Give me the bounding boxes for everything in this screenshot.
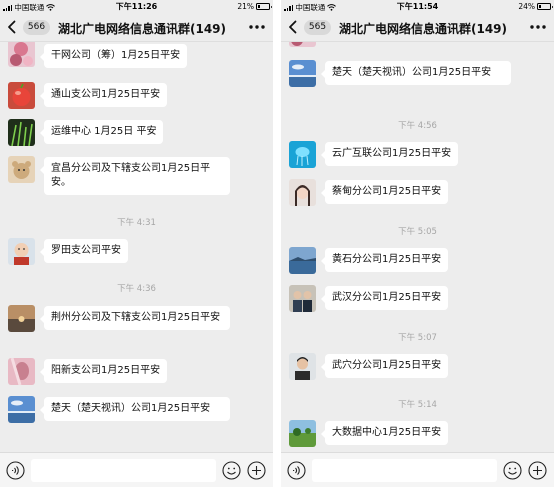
avatar-man-portrait[interactable] <box>289 353 316 380</box>
message-bubble[interactable]: 通山支公司1月25日平安 <box>39 83 168 107</box>
status-time: 下午11:54 <box>396 2 439 11</box>
chat-header: 565 湖北广电网络信息通讯群(149) <box>281 13 554 42</box>
more-options-icon[interactable] <box>247 20 267 34</box>
unread-count-badge: 565 <box>304 19 331 35</box>
message-bubble[interactable]: 干网公司（筹）1月25日平安 <box>39 44 188 68</box>
voice-input-icon[interactable] <box>6 461 25 480</box>
timestamp: 下午 5:05 <box>398 227 437 237</box>
message-bubble[interactable]: 黄石分公司1月25日平安 <box>320 248 449 272</box>
message-bubble[interactable]: 运维中心 1月25日 平安 <box>39 120 164 144</box>
unread-count-badge: 566 <box>23 19 50 35</box>
chat-screen-left: 中国联通 下午11:26 21% 566 湖北广电网络信息通讯群(149) 干网… <box>0 0 273 487</box>
avatar-green-grass[interactable] <box>8 119 35 146</box>
message-list[interactable]: 干网公司（筹）1月25日平安 通山支公司1月25日平安 运维中心 1月25日 平… <box>0 42 273 452</box>
emoji-icon[interactable] <box>503 461 522 480</box>
back-button[interactable]: 565 <box>285 19 331 35</box>
input-bar <box>281 452 554 487</box>
status-time: 下午11:26 <box>115 2 158 11</box>
status-bar: 中国联通 下午11:54 24% <box>281 0 554 13</box>
emoji-icon[interactable] <box>222 461 241 480</box>
chevron-left-icon <box>8 20 16 34</box>
chat-title: 湖北广电网络信息通讯群(149) <box>339 22 508 36</box>
message-bubble[interactable]: 云广互联公司1月25日平安 <box>320 142 459 166</box>
timestamp: 下午 5:07 <box>398 333 437 343</box>
back-button[interactable]: 566 <box>4 19 50 35</box>
status-bar: 中国联通 下午11:26 21% <box>0 0 273 13</box>
avatar-sky-landscape[interactable] <box>289 60 316 87</box>
voice-input-icon[interactable] <box>287 461 306 480</box>
message-input[interactable] <box>31 459 216 482</box>
chevron-left-icon <box>289 20 297 34</box>
message-input[interactable] <box>312 459 497 482</box>
avatar-green-field[interactable] <box>289 420 316 447</box>
chat-title: 湖北广电网络信息通讯群(149) <box>58 22 227 36</box>
message-bubble[interactable]: 楚天（楚天视讯）公司1月25日平安 <box>40 397 230 421</box>
avatar-pink-portrait[interactable] <box>8 358 35 385</box>
message-bubble[interactable]: 武穴分公司1月25日平安 <box>320 354 449 378</box>
message-bubble[interactable]: 荆州分公司及下辖支公司1月25日平安 <box>40 306 230 330</box>
chat-header: 566 湖北广电网络信息通讯群(149) <box>0 13 273 42</box>
avatar-blue-lake[interactable] <box>289 247 316 274</box>
battery-percent: 21% <box>237 2 254 11</box>
message-bubble[interactable]: 蔡甸分公司1月25日平安 <box>320 180 449 204</box>
message-bubble[interactable]: 楚天（楚天视讯）公司1月25日平安 <box>321 61 511 85</box>
avatar-blue-jellyfish[interactable] <box>289 141 316 168</box>
message-bubble[interactable]: 宜昌分公司及下辖支公司1月25日平安。 <box>40 157 230 195</box>
avatar-pink-flower[interactable] <box>8 42 35 67</box>
timestamp: 下午 5:14 <box>398 400 437 410</box>
message-list[interactable]: 楚天（楚天视讯）公司1月25日平安 下午 4:56 云广互联公司1月25日平安 … <box>281 42 554 452</box>
chat-screen-right: 中国联通 下午11:54 24% 565 湖北广电网络信息通讯群(149) 楚天… <box>281 0 554 487</box>
avatar-red-apple[interactable] <box>8 82 35 109</box>
plus-icon[interactable] <box>247 461 266 480</box>
avatar-teddy-bear[interactable] <box>8 156 35 183</box>
timestamp: 下午 4:36 <box>117 284 156 294</box>
avatar-pink-flower <box>289 42 316 47</box>
message-bubble[interactable]: 大数据中心1月25日平安 <box>320 421 449 445</box>
battery-icon <box>256 3 272 10</box>
message-bubble[interactable]: 阳新支公司1月25日平安 <box>39 359 168 383</box>
avatar-baby-photo[interactable] <box>8 238 35 265</box>
battery-percent: 24% <box>518 2 535 11</box>
message-bubble[interactable]: 武汉分公司1月25日平安 <box>320 286 449 310</box>
avatar-sky-landscape[interactable] <box>8 396 35 423</box>
more-options-icon[interactable] <box>528 20 548 34</box>
timestamp: 下午 4:56 <box>398 121 437 131</box>
avatar-two-people[interactable] <box>289 285 316 312</box>
input-bar <box>0 452 273 487</box>
plus-icon[interactable] <box>528 461 547 480</box>
battery-icon <box>537 3 553 10</box>
avatar-sunset-sea[interactable] <box>8 305 35 332</box>
avatar-girl-photo[interactable] <box>289 179 316 206</box>
message-bubble[interactable]: 罗田支公司平安 <box>40 239 128 263</box>
timestamp: 下午 4:31 <box>117 218 156 228</box>
